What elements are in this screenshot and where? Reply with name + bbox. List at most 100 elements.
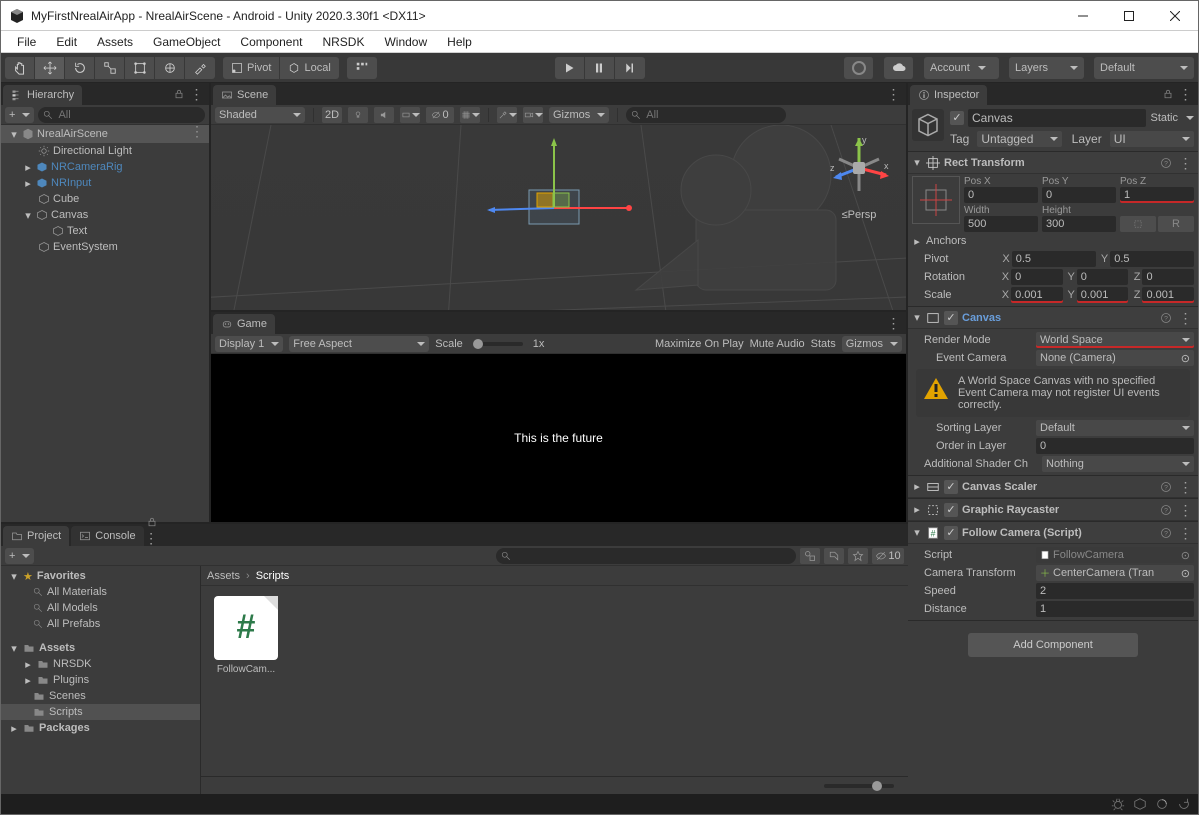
folder-scripts[interactable]: Scripts [1, 704, 200, 720]
distance-input[interactable] [1036, 601, 1194, 617]
hierarchy-item-directional-light[interactable]: Directional Light [1, 143, 209, 159]
scene-lighting-toggle[interactable] [348, 107, 368, 123]
shader-channels-dropdown[interactable]: Nothing [1042, 456, 1194, 472]
scene-gizmos-dropdown[interactable]: Gizmos [549, 107, 609, 123]
tag-dropdown[interactable]: Untagged [977, 131, 1061, 147]
assets-header[interactable]: ▾Assets [1, 640, 200, 656]
hierarchy-tab[interactable]: Hierarchy [3, 85, 82, 105]
menu-assets[interactable]: Assets [87, 33, 143, 51]
canvas-scaler-enabled-checkbox[interactable] [944, 480, 958, 494]
window-minimize-button[interactable] [1060, 1, 1106, 31]
status-package-icon[interactable] [1132, 796, 1148, 812]
menu-file[interactable]: File [7, 33, 46, 51]
layout-dropdown[interactable]: Default [1094, 57, 1194, 79]
posY-input[interactable] [1042, 187, 1116, 203]
object-picker-icon[interactable]: ⊙ [1181, 352, 1190, 365]
event-camera-field[interactable]: None (Camera)⊙ [1036, 350, 1194, 366]
status-bug-icon[interactable] [1110, 796, 1126, 812]
posZ-input[interactable] [1120, 187, 1194, 203]
hierarchy-create-dropdown[interactable]: + [5, 107, 34, 123]
script-field[interactable]: FollowCamera⊙ [1036, 547, 1194, 563]
scene-effects-toggle[interactable] [400, 107, 420, 123]
hierarchy-item-canvas[interactable]: ▾ Canvas [1, 207, 209, 223]
anchors-label[interactable]: Anchors [926, 235, 966, 247]
project-thumb-size-slider[interactable] [824, 784, 894, 788]
gameobject-name-input[interactable] [968, 109, 1146, 127]
add-component-button[interactable]: Add Component [968, 633, 1138, 657]
pivot-y-input[interactable] [1110, 251, 1194, 267]
canvas-enabled-checkbox[interactable] [944, 311, 958, 325]
asset-followcamera[interactable]: # FollowCam... [211, 596, 281, 675]
scale-tool[interactable] [95, 57, 125, 79]
scene-transform-gizmo[interactable] [469, 138, 649, 298]
packages-header[interactable]: ▸Packages [1, 720, 200, 736]
follow-camera-header[interactable]: ▾ # Follow Camera (Script) ? ⋮ [908, 522, 1198, 544]
status-refresh-icon[interactable] [1176, 796, 1192, 812]
game-aspect-dropdown[interactable]: Free Aspect [289, 336, 429, 352]
hierarchy-item-eventsystem[interactable]: EventSystem [1, 239, 209, 255]
height-input[interactable] [1042, 216, 1116, 232]
rotate-tool[interactable] [65, 57, 95, 79]
static-dropdown[interactable] [1186, 116, 1194, 120]
menu-help[interactable]: Help [437, 33, 482, 51]
console-tab[interactable]: Console [71, 526, 143, 546]
folder-nrsdk[interactable]: ▸NRSDK [1, 656, 200, 672]
collab-button[interactable] [844, 57, 874, 79]
menu-nrsdk[interactable]: NRSDK [312, 33, 374, 51]
camera-transform-field[interactable]: CenterCamera (Tran⊙ [1036, 565, 1194, 581]
component-help-icon[interactable]: ? [1158, 310, 1174, 326]
hierarchy-item-cube[interactable]: Cube [1, 191, 209, 207]
menu-edit[interactable]: Edit [46, 33, 87, 51]
scl-y-input[interactable] [1077, 287, 1129, 303]
hierarchy-item-text[interactable]: Text [1, 223, 209, 239]
custom-tool[interactable] [185, 57, 215, 79]
rot-z-input[interactable] [1142, 269, 1194, 285]
rot-y-input[interactable] [1077, 269, 1129, 285]
game-tab[interactable]: Game [213, 314, 275, 334]
rect-transform-header[interactable]: ▾ Rect Transform ? ⋮ [908, 152, 1198, 174]
speed-input[interactable] [1036, 583, 1194, 599]
local-toggle[interactable]: Local [280, 57, 338, 79]
pivot-x-input[interactable] [1012, 251, 1096, 267]
game-stats-toggle[interactable]: Stats [811, 338, 836, 350]
move-tool[interactable] [35, 57, 65, 79]
game-options-icon[interactable]: ⋮ [886, 315, 902, 331]
scl-z-input[interactable] [1142, 287, 1194, 303]
raw-edit-button[interactable]: R [1158, 216, 1194, 232]
scene-persp-label[interactable]: ≤Persp [824, 209, 894, 221]
anchor-presets-button[interactable] [912, 176, 960, 224]
component-help-icon[interactable]: ? [1158, 155, 1174, 171]
status-progress-icon[interactable] [1154, 796, 1170, 812]
blueprint-mode-button[interactable] [1120, 216, 1156, 232]
hierarchy-lock-icon[interactable] [171, 86, 187, 102]
scene-search-input[interactable] [626, 107, 786, 123]
project-options-icon[interactable]: ⋮ [144, 530, 160, 546]
menu-window[interactable]: Window [374, 33, 437, 51]
object-picker-icon[interactable]: ⊙ [1181, 549, 1190, 562]
scene-options-icon[interactable]: ⋮ [886, 86, 902, 102]
hierarchy-search-input[interactable] [38, 107, 205, 123]
scene-hidden-toggle[interactable]: 0 [426, 107, 454, 123]
step-button[interactable] [615, 57, 645, 79]
project-search-by-label[interactable] [824, 548, 844, 564]
rect-tool[interactable] [125, 57, 155, 79]
posX-input[interactable] [964, 187, 1038, 203]
width-input[interactable] [964, 216, 1038, 232]
fav-all-prefabs[interactable]: All Prefabs [1, 616, 200, 632]
component-options-icon[interactable]: ⋮ [1178, 310, 1194, 326]
scene-shading-dropdown[interactable]: Shaded [215, 107, 305, 123]
graphic-raycaster-header[interactable]: ▸ Graphic Raycaster ? ⋮ [908, 499, 1198, 521]
inspector-tab[interactable]: Inspector [910, 85, 987, 105]
component-help-icon[interactable]: ? [1158, 525, 1174, 541]
project-search-by-type[interactable] [800, 548, 820, 564]
pause-button[interactable] [585, 57, 615, 79]
project-tab[interactable]: Project [3, 526, 69, 546]
canvas-component-header[interactable]: ▾ Canvas ? ⋮ [908, 307, 1198, 329]
menu-component[interactable]: Component [230, 33, 312, 51]
window-close-button[interactable] [1152, 1, 1198, 31]
folder-scenes[interactable]: Scenes [1, 688, 200, 704]
hierarchy-item-nrinput[interactable]: ▸ NRInput [1, 175, 209, 191]
inspector-options-icon[interactable]: ⋮ [1178, 86, 1194, 102]
game-scale-slider[interactable] [473, 342, 523, 346]
snap-toggle[interactable] [347, 57, 377, 79]
